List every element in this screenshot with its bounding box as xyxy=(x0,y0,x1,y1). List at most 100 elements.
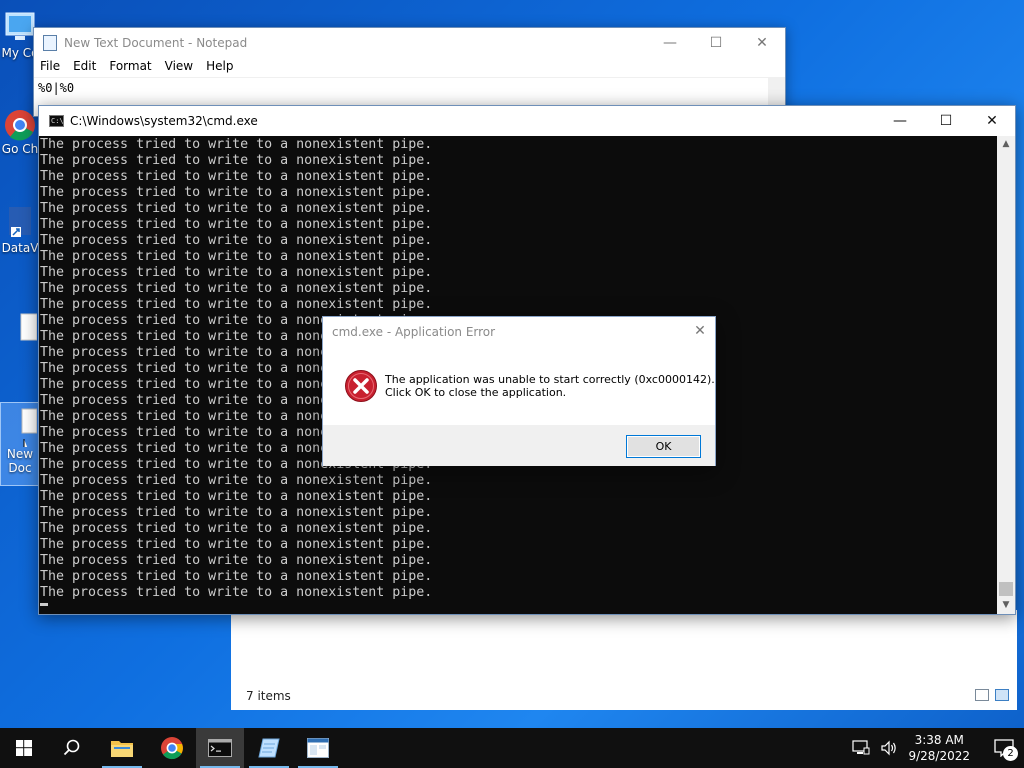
folder-icon xyxy=(111,741,133,757)
chrome-icon xyxy=(5,110,35,141)
dialog-footer: OK xyxy=(323,425,715,466)
desktop-icon-new-document[interactable]: New Doc xyxy=(0,402,40,486)
console-line: The process tried to write to a nonexist… xyxy=(40,265,433,280)
console-line: The process tried to write to a nonexist… xyxy=(40,281,433,296)
window-icon xyxy=(307,738,329,758)
cmd-scrollbar[interactable]: ▲ ▼ xyxy=(997,136,1015,614)
console-line: The process tried to write to a nonexist… xyxy=(40,473,433,488)
dialog-title: cmd.exe - Application Error xyxy=(332,325,496,339)
taskbar-explorer-window[interactable] xyxy=(294,728,342,768)
clock-time: 3:38 AM xyxy=(914,733,964,747)
close-button[interactable]: ✕ xyxy=(739,28,785,57)
application-error-dialog: cmd.exe - Application Error ✕ The applic… xyxy=(322,316,716,466)
console-cursor xyxy=(40,603,48,606)
taskbar: 3:38 AM 9/28/2022 2 xyxy=(0,728,1024,768)
scroll-down-icon[interactable]: ▼ xyxy=(997,597,1015,614)
notepad-icon xyxy=(43,34,57,51)
error-message-line: The application was unable to start corr… xyxy=(385,373,715,386)
close-icon: ✕ xyxy=(986,112,998,129)
clock[interactable]: 3:38 AM 9/28/2022 xyxy=(908,732,970,764)
maximize-button[interactable]: ☐ xyxy=(923,106,969,135)
desktop-icon-file[interactable] xyxy=(0,312,40,344)
volume-icon[interactable] xyxy=(880,740,898,756)
notepad-titlebar[interactable]: New Text Document - Notepad — ☐ ✕ xyxy=(34,28,785,57)
console-line: The process tried to write to a nonexist… xyxy=(40,233,433,248)
window-title: C:\Windows\system32\cmd.exe xyxy=(70,114,258,128)
maximize-icon: ☐ xyxy=(939,112,953,129)
clock-date: 9/28/2022 xyxy=(908,749,970,763)
computer-icon xyxy=(5,12,35,40)
dialog-body: The application was unable to start corr… xyxy=(323,347,715,425)
minimize-icon: — xyxy=(893,112,907,129)
console-line: The process tried to write to a nonexist… xyxy=(40,169,433,184)
console-line: The process tried to write to a nonexist… xyxy=(40,249,433,264)
text-file-icon xyxy=(21,408,37,447)
close-icon: ✕ xyxy=(756,34,768,51)
taskbar-chrome[interactable] xyxy=(148,728,196,768)
file-explorer-window: 7 items xyxy=(231,610,1017,710)
notepad-window: New Text Document - Notepad — ☐ ✕ File E… xyxy=(33,27,786,117)
menu-view[interactable]: View xyxy=(165,57,200,77)
console-line: The process tried to write to a nonexist… xyxy=(40,585,433,600)
desktop-icon-label: Go Ch xyxy=(1,142,39,156)
notepad-content: %0|%0 xyxy=(38,81,75,95)
scroll-up-icon[interactable]: ▲ xyxy=(997,136,1015,153)
console-line: The process tried to write to a nonexist… xyxy=(40,201,433,216)
menu-help[interactable]: Help xyxy=(206,57,240,77)
error-message-line: Click OK to close the application. xyxy=(385,386,567,399)
desktop-icon-label: New Doc xyxy=(6,447,34,475)
minimize-button[interactable]: — xyxy=(647,28,693,57)
console-line: The process tried to write to a nonexist… xyxy=(40,553,433,568)
item-count-status: 7 items xyxy=(246,689,291,703)
windows-logo-icon xyxy=(16,740,32,756)
dialog-titlebar[interactable]: cmd.exe - Application Error ✕ xyxy=(323,317,715,347)
console-line: The process tried to write to a nonexist… xyxy=(40,137,433,152)
shortcut-icon xyxy=(9,207,31,237)
start-button[interactable] xyxy=(0,728,48,768)
search-button[interactable] xyxy=(48,728,96,768)
cmd-icon xyxy=(208,739,232,757)
notepad-icon xyxy=(258,738,280,758)
console-line: The process tried to write to a nonexist… xyxy=(40,537,433,552)
desktop-icon-datav[interactable]: DataV xyxy=(0,205,40,255)
console-line: The process tried to write to a nonexist… xyxy=(40,297,433,312)
chrome-icon xyxy=(161,737,183,760)
minimize-button[interactable]: — xyxy=(877,106,923,135)
search-icon xyxy=(63,739,80,756)
taskbar-file-explorer[interactable] xyxy=(98,728,146,768)
console-line: The process tried to write to a nonexist… xyxy=(40,185,433,200)
network-icon[interactable] xyxy=(852,740,870,756)
details-view-icon[interactable] xyxy=(975,689,989,701)
console-line: The process tried to write to a nonexist… xyxy=(40,569,433,584)
notification-count-badge: 2 xyxy=(1003,746,1018,761)
error-icon xyxy=(345,370,377,402)
cmd-icon: C:\ xyxy=(49,115,64,127)
close-button[interactable]: ✕ xyxy=(969,106,1015,135)
desktop-icon-label: DataV xyxy=(1,241,39,255)
window-title: New Text Document - Notepad xyxy=(64,35,248,50)
cmd-titlebar[interactable]: C:\ C:\Windows\system32\cmd.exe — ☐ ✕ xyxy=(39,106,1015,136)
ok-button[interactable]: OK xyxy=(626,435,701,458)
error-message: The application was unable to start corr… xyxy=(385,373,715,399)
system-tray: 3:38 AM 9/28/2022 2 xyxy=(852,728,1024,768)
console-line: The process tried to write to a nonexist… xyxy=(40,217,433,232)
maximize-button[interactable]: ☐ xyxy=(693,28,739,57)
console-line: The process tried to write to a nonexist… xyxy=(40,153,433,168)
large-icons-view-icon[interactable] xyxy=(995,689,1009,701)
close-icon: ✕ xyxy=(694,323,706,339)
scroll-thumb[interactable] xyxy=(999,582,1013,596)
taskbar-notepad[interactable] xyxy=(245,728,293,768)
menu-format[interactable]: Format xyxy=(109,57,158,77)
taskbar-cmd[interactable] xyxy=(196,728,244,768)
notepad-menubar: File Edit Format View Help xyxy=(34,57,785,77)
view-toggle-group xyxy=(975,689,1009,701)
menu-file[interactable]: File xyxy=(40,57,67,77)
maximize-icon: ☐ xyxy=(709,34,723,51)
console-line: The process tried to write to a nonexist… xyxy=(40,521,433,536)
notification-center-button[interactable]: 2 xyxy=(984,728,1024,768)
console-line: The process tried to write to a nonexist… xyxy=(40,489,433,504)
dialog-close-button[interactable]: ✕ xyxy=(685,317,715,345)
minimize-icon: — xyxy=(663,34,677,51)
console-line: The process tried to write to a nonexist… xyxy=(40,505,433,520)
menu-edit[interactable]: Edit xyxy=(73,57,103,77)
